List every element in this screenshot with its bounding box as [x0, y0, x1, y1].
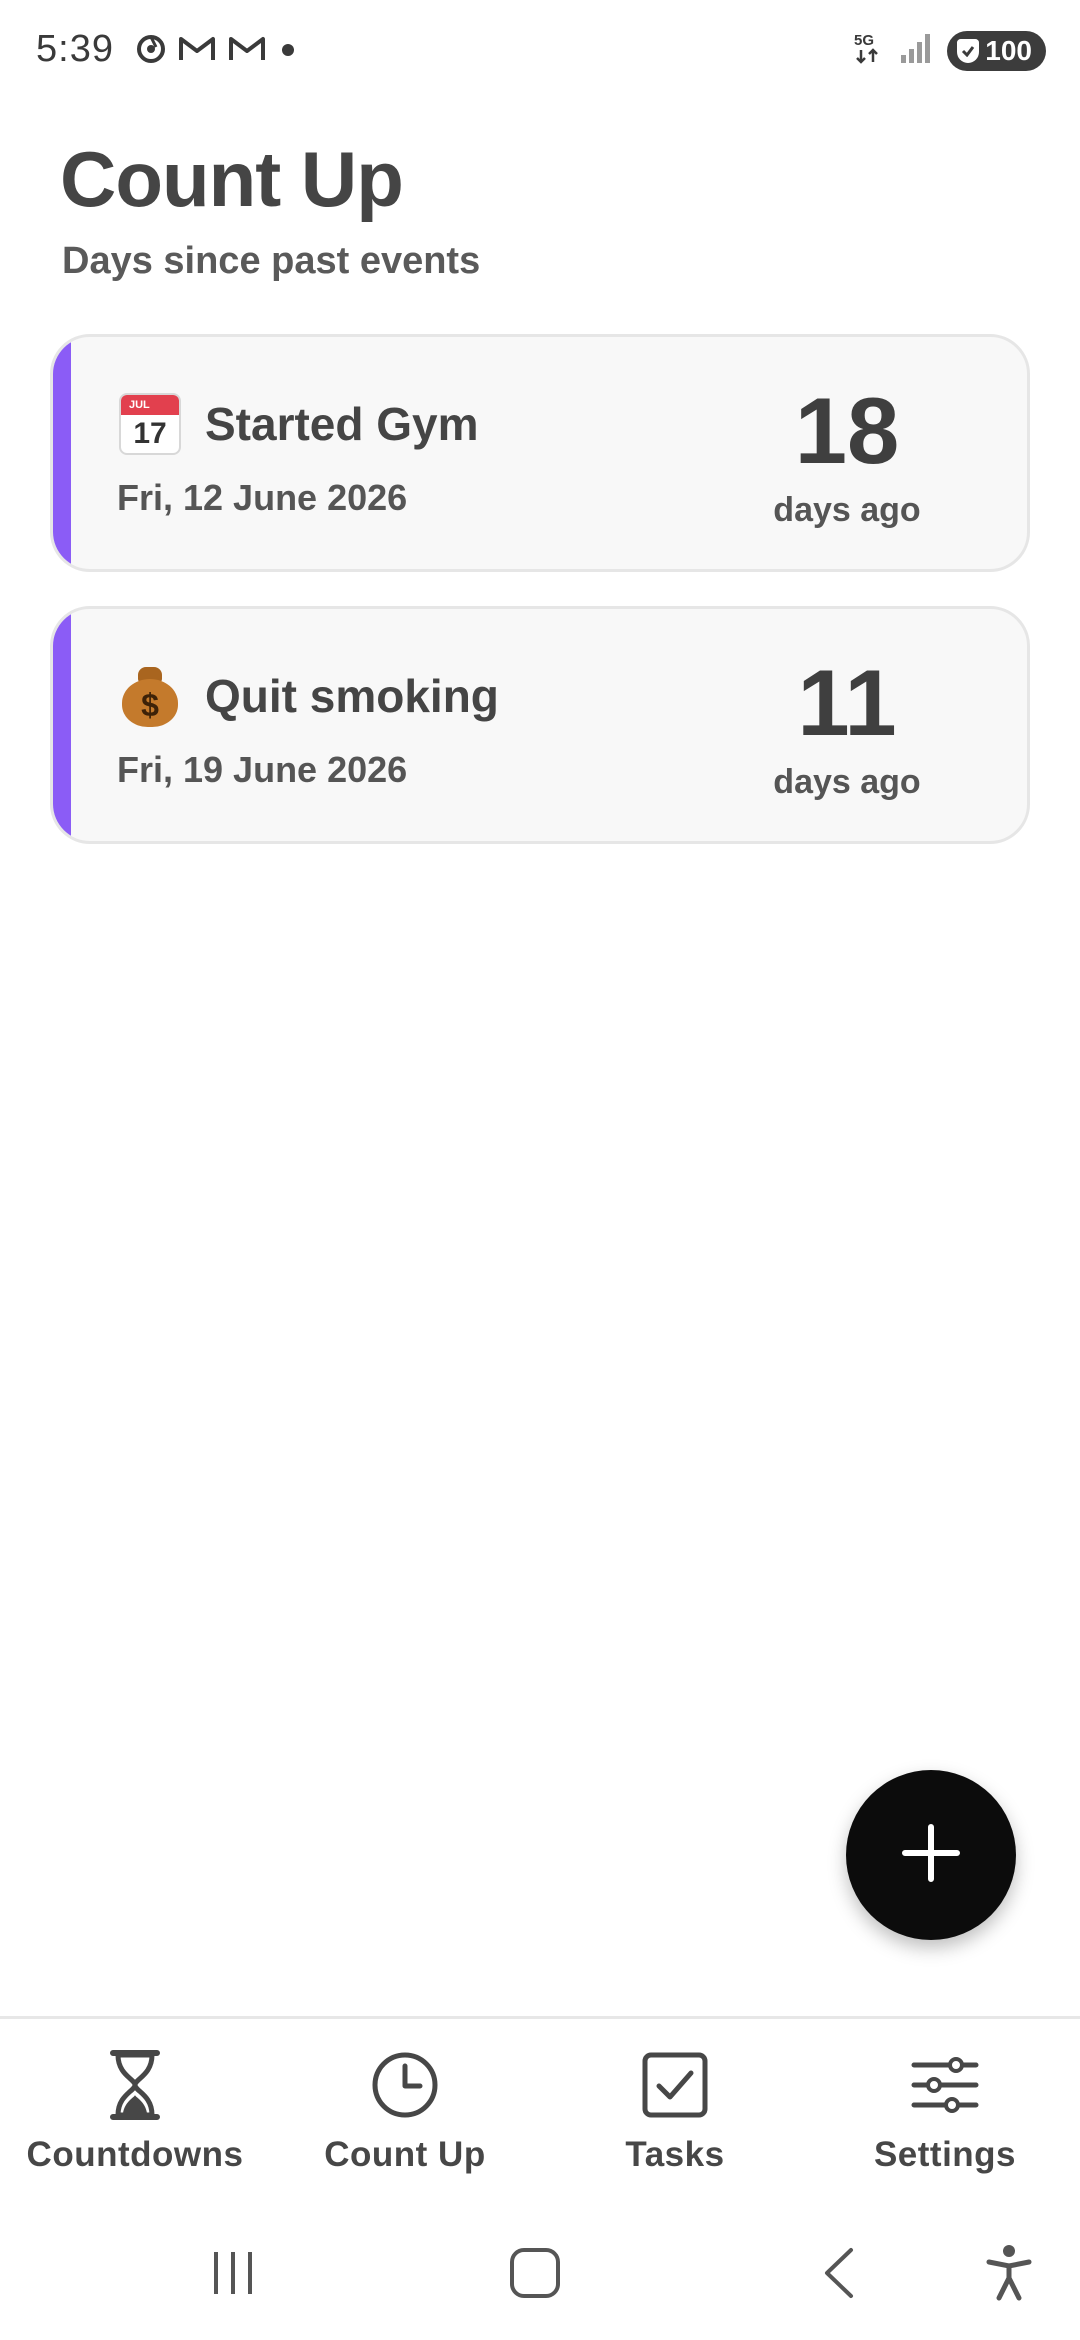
battery-shield-icon	[957, 38, 980, 63]
calendar-month: JUL	[121, 395, 179, 415]
notification-icons	[136, 34, 298, 69]
add-event-button[interactable]	[846, 1770, 1016, 1940]
nav-label: Settings	[873, 2135, 1017, 2174]
nav-item-count-up[interactable]: Count Up	[270, 2047, 540, 2175]
page-title: Count Up	[60, 135, 404, 223]
nav-item-tasks[interactable]: Tasks	[540, 2047, 810, 2175]
recent-apps-button[interactable]	[198, 2240, 268, 2310]
network-5g-icon: 5G	[853, 30, 887, 71]
event-title: Started Gym	[205, 398, 479, 450]
battery-indicator: 100	[947, 30, 1046, 71]
plus-icon	[899, 1821, 963, 1890]
days-count: 18	[794, 378, 900, 483]
count-up-screen: 5:39 5G 100 Count Up Days since past eve…	[0, 0, 1080, 2340]
home-icon	[508, 2246, 562, 2305]
status-bar: 5:39 5G 100	[0, 0, 1080, 100]
money-bag-symbol: $	[141, 687, 159, 723]
nav-label: Count Up	[324, 2135, 486, 2174]
money-bag-icon: $	[117, 663, 183, 729]
nav-label: Countdowns	[26, 2135, 244, 2174]
chrome-icon	[136, 34, 166, 69]
page-subtitle: Days since past events	[62, 240, 481, 282]
notification-dot-icon	[278, 34, 298, 69]
calendar-day: 17	[133, 417, 167, 450]
gmail-icon	[178, 34, 216, 69]
system-status-icons: 5G 100	[853, 30, 1046, 71]
nav-item-countdowns[interactable]: Countdowns	[0, 2047, 270, 2175]
days-count: 11	[797, 650, 897, 755]
card-accent-bar	[53, 609, 71, 841]
system-nav-bar	[0, 2206, 1080, 2340]
calendar-icon: JUL 17	[117, 391, 183, 457]
recent-apps-icon	[208, 2248, 258, 2303]
battery-level: 100	[985, 34, 1032, 66]
signal-icon	[899, 31, 935, 70]
card-accent-bar	[53, 337, 71, 569]
event-card[interactable]: $ Quit smoking Fri, 19 June 2026 11 days…	[50, 606, 1030, 844]
accessibility-button[interactable]	[974, 2240, 1044, 2310]
event-date: Fri, 19 June 2026	[117, 749, 408, 790]
checkbox-icon	[540, 2047, 810, 2123]
home-button[interactable]	[500, 2240, 570, 2310]
days-unit: days ago	[773, 763, 921, 801]
back-button[interactable]	[804, 2240, 874, 2310]
bottom-nav: Countdowns Count Up Tasks Settings	[0, 2016, 1080, 2206]
network-label: 5G	[854, 32, 874, 49]
event-date: Fri, 12 June 2026	[117, 477, 408, 518]
event-title: Quit smoking	[205, 670, 499, 722]
nav-item-settings[interactable]: Settings	[810, 2047, 1080, 2175]
days-unit: days ago	[773, 491, 921, 529]
nav-label: Tasks	[625, 2135, 725, 2174]
hourglass-icon	[0, 2047, 270, 2123]
sliders-icon	[810, 2047, 1080, 2123]
accessibility-icon	[985, 2244, 1033, 2307]
event-card[interactable]: JUL 17 Started Gym Fri, 12 June 2026 18 …	[50, 334, 1030, 572]
gmail-icon	[228, 34, 266, 69]
status-time: 5:39	[36, 28, 114, 70]
back-icon	[819, 2246, 859, 2305]
clock-icon	[270, 2047, 540, 2123]
